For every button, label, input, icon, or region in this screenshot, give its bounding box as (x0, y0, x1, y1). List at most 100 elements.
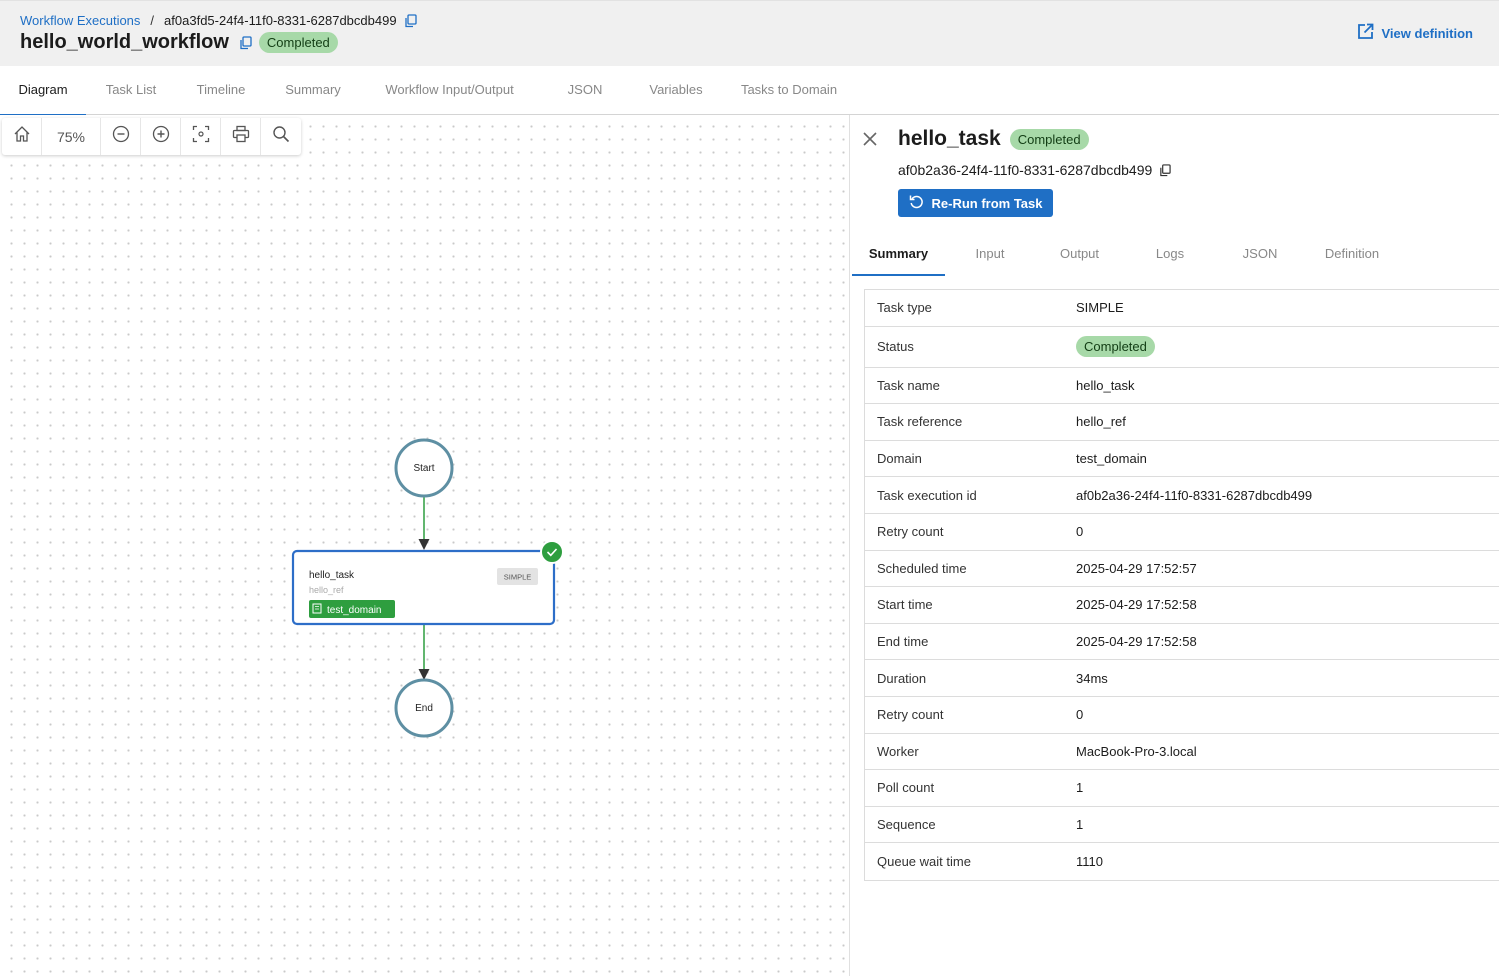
tab-summary[interactable]: Summary (271, 66, 355, 115)
end-node[interactable]: End (394, 678, 454, 738)
row-key: Sequence (877, 817, 936, 833)
row-key: Retry count (877, 707, 944, 723)
row-key: Status (877, 339, 914, 355)
task-id: af0b2a36-24f4-11f0-8331-6287dbcdb499 (898, 162, 1153, 178)
tab-tasks-to-domain[interactable]: Tasks to Domain (728, 66, 850, 115)
table-row: Worker MacBook-Pro-3.local (865, 734, 1499, 771)
page-title: hello_world_workflow (20, 31, 229, 53)
task-node-name: hello_task (309, 570, 355, 581)
page-header: Workflow Executions / af0a3fd5-24f4-11f0… (0, 0, 1499, 66)
table-row: Task execution id af0b2a36-24f4-11f0-833… (865, 477, 1499, 514)
main-tabs: Diagram Task List Timeline Summary Workf… (0, 66, 1499, 116)
row-value: 1 (1076, 780, 1084, 796)
table-row: Start time 2025-04-29 17:52:58 (865, 587, 1499, 624)
rerun-from-task-button[interactable]: Re-Run from Task (898, 189, 1053, 217)
task-summary-table: Task type SIMPLE Status Completed Task n… (864, 289, 1499, 881)
tab-diagram[interactable]: Diagram (0, 66, 86, 116)
refresh-icon (909, 194, 924, 212)
breadcrumb: Workflow Executions / af0a3fd5-24f4-11f0… (20, 13, 417, 28)
table-row: Task type SIMPLE (865, 290, 1499, 327)
task-node-domain: test_domain (327, 605, 381, 616)
row-key: Start time (877, 597, 933, 613)
view-definition-label: View definition (1381, 25, 1474, 41)
row-key: Worker (877, 743, 919, 759)
row-value: 1 (1076, 817, 1084, 833)
task-node-hello-task[interactable]: hello_task hello_ref SIMPLE test_domain (291, 540, 564, 626)
row-key: Task execution id (877, 487, 977, 503)
table-row: Retry count 0 (865, 697, 1499, 734)
row-value: SIMPLE (1076, 300, 1124, 316)
panel-tab-json[interactable]: JSON (1224, 238, 1296, 276)
row-key: Duration (877, 670, 927, 686)
table-row: Task reference hello_ref (865, 404, 1499, 441)
status-badge: Completed (1076, 336, 1155, 358)
copy-task-id-icon[interactable] (1159, 163, 1171, 177)
tab-workflow-input-output[interactable]: Workflow Input/Output (366, 66, 533, 115)
tab-json[interactable]: JSON (548, 66, 622, 115)
task-status-badge: Completed (1009, 128, 1089, 150)
row-key: Poll count (877, 780, 935, 796)
row-key: Retry count (877, 524, 944, 540)
row-value: hello_task (1076, 377, 1135, 393)
row-value: 0 (1076, 707, 1084, 723)
task-detail-panel: hello_task Completed af0b2a36-24f4-11f0-… (849, 115, 1499, 976)
row-key: Task type (877, 300, 932, 316)
table-row: Scheduled time 2025-04-29 17:52:57 (865, 551, 1499, 588)
panel-tab-output[interactable]: Output (1042, 238, 1117, 276)
tab-variables[interactable]: Variables (636, 66, 716, 115)
row-value: 2025-04-29 17:52:58 (1076, 634, 1197, 650)
view-definition-link[interactable]: View definition (1357, 23, 1474, 43)
row-value: af0b2a36-24f4-11f0-8331-6287dbcdb499 (1076, 487, 1313, 503)
row-value: 0 (1076, 524, 1084, 540)
workflow-title-row: hello_world_workflow Completed (20, 31, 338, 54)
panel-tab-definition[interactable]: Definition (1314, 238, 1390, 276)
table-row: Status Completed (865, 327, 1499, 368)
workflow-status-badge: Completed (258, 32, 338, 53)
start-node-label: Start (413, 463, 434, 474)
close-icon[interactable] (862, 131, 878, 152)
workflow-graph: Start End hello_task hello_ref SIMPLE te… (291, 438, 564, 738)
copy-workflow-name-icon[interactable] (239, 35, 252, 50)
breadcrumb-workflow-executions-link[interactable]: Workflow Executions (20, 13, 140, 28)
external-link-icon (1357, 23, 1374, 43)
edge-start-to-task (418, 496, 430, 550)
table-row: Queue wait time 1110 (865, 843, 1499, 880)
edge-task-to-end (418, 625, 430, 680)
task-node-ref: hello_ref (309, 585, 344, 595)
row-key: Queue wait time (877, 854, 971, 870)
row-key: Task reference (877, 414, 963, 430)
row-value: 1110 (1076, 854, 1103, 870)
task-title: hello_task (898, 127, 1001, 150)
row-value-container: Completed (1064, 336, 1155, 358)
check-icon (540, 540, 564, 564)
panel-tab-input[interactable]: Input (954, 238, 1026, 276)
table-row: Sequence 1 (865, 807, 1499, 844)
table-row: Duration 34ms (865, 660, 1499, 697)
breadcrumb-separator: / (150, 13, 155, 28)
row-key: Scheduled time (877, 560, 967, 576)
start-node[interactable]: Start (394, 438, 454, 498)
task-title-row: hello_task Completed (898, 127, 1089, 151)
panel-tab-summary[interactable]: Summary (852, 238, 945, 276)
end-node-label: End (415, 703, 433, 714)
task-id-row: af0b2a36-24f4-11f0-8331-6287dbcdb499 (898, 162, 1171, 178)
row-key: End time (877, 634, 929, 650)
row-key: Domain (877, 451, 922, 467)
table-row: Domain test_domain (865, 441, 1499, 478)
row-value: hello_ref (1076, 414, 1126, 430)
rerun-label: Re-Run from Task (931, 195, 1043, 211)
row-value: 34ms (1076, 670, 1108, 686)
diagram-canvas[interactable]: 75% Start End hello_task hello_ref SIMPL… (0, 115, 849, 976)
row-value: 2025-04-29 17:52:57 (1076, 560, 1197, 576)
panel-tab-logs[interactable]: Logs (1134, 238, 1206, 276)
tab-timeline[interactable]: Timeline (182, 66, 260, 115)
table-row: End time 2025-04-29 17:52:58 (865, 624, 1499, 661)
row-key: Task name (877, 377, 940, 393)
table-row: Retry count 0 (865, 514, 1499, 551)
breadcrumb-execution-id: af0a3fd5-24f4-11f0-8331-6287dbcdb499 (164, 13, 397, 28)
copy-execution-id-icon[interactable] (404, 13, 417, 28)
task-node-type-badge: SIMPLE (504, 573, 532, 582)
row-value: test_domain (1076, 451, 1147, 467)
table-row: Task name hello_task (865, 368, 1499, 405)
tab-task-list[interactable]: Task List (91, 66, 171, 115)
